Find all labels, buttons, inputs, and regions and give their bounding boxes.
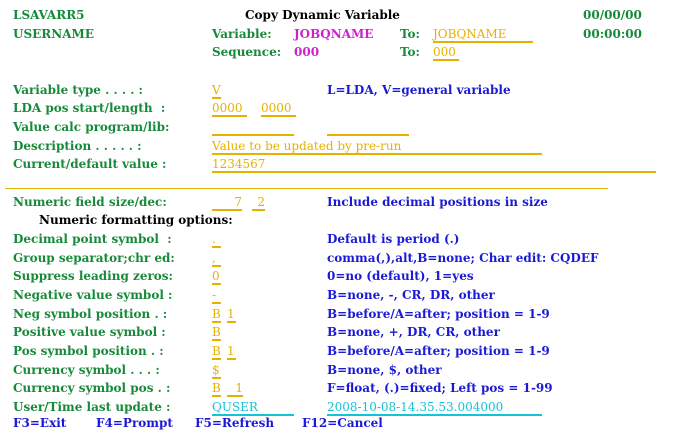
decimal-point-help: Default is period (.) (327, 232, 460, 246)
currency-pos-label: Currency symbol pos . : (13, 381, 171, 395)
negative-symbol-label: Negative value symbol : (13, 288, 173, 302)
value-calc-label: Value calc program/lib: (13, 120, 170, 134)
lda-length-field[interactable]: 0000 (261, 101, 296, 117)
value-calc-program-field[interactable] (212, 120, 294, 136)
header-date: 00/00/00 (583, 8, 642, 22)
description-label: Description . . . . . : (13, 139, 142, 153)
neg-position-help: B=before/A=after; position = 1-9 (327, 307, 550, 321)
to-label-1: To: (400, 27, 420, 41)
variable-value: JOBQNAME (294, 27, 374, 41)
neg-position-label: Neg symbol position . : (13, 307, 168, 321)
negative-symbol-help: B=none, -, CR, DR, other (327, 288, 495, 302)
pos-position-side-field[interactable]: B (212, 344, 221, 360)
last-update-time-field: 2008-10-08-14.35.53.004000 (327, 400, 542, 416)
numeric-size-label: Numeric field size/dec: (13, 195, 167, 209)
decimal-point-field[interactable]: . (212, 232, 221, 248)
currency-symbol-field[interactable]: $ (212, 363, 221, 379)
f5-refresh-key[interactable]: F5=Refresh (195, 416, 274, 430)
pos-position-label: Pos symbol position . : (13, 344, 164, 358)
description-field[interactable]: Value to be updated by pre-run (212, 139, 542, 155)
last-update-label: User/Time last update : (13, 400, 171, 414)
f4-prompt-key[interactable]: F4=Prompt (96, 416, 173, 430)
positive-symbol-field[interactable]: B (212, 325, 221, 341)
decimal-point-label: Decimal point symbol : (13, 232, 172, 246)
f3-exit-key[interactable]: F3=Exit (13, 416, 66, 430)
lda-start-field[interactable]: 0000 (212, 101, 247, 117)
numeric-size-help: Include decimal positions in size (327, 195, 548, 209)
value-calc-library-field[interactable] (327, 120, 409, 136)
current-value-field[interactable]: 1234567 (212, 157, 656, 173)
variable-type-label: Variable type . . . . : (13, 83, 143, 97)
last-update-user-field: QUSER (212, 400, 294, 416)
current-value-label: Current/default value : (13, 157, 167, 171)
variable-label: Variable: (212, 27, 272, 41)
suppress-zeros-label: Suppress leading zeros: (13, 269, 173, 283)
sequence-label: Sequence: (212, 45, 282, 59)
program-name: LSAVARR5 (13, 8, 85, 22)
currency-symbol-help: B=none, $, other (327, 363, 442, 377)
lda-pos-label: LDA pos start/length : (13, 101, 166, 115)
to-label-2: To: (400, 45, 420, 59)
formatting-options-heading: Numeric formatting options: (39, 213, 233, 227)
screen-title: Copy Dynamic Variable (245, 8, 400, 22)
to-variable-field[interactable]: JOBQNAME (433, 27, 533, 43)
currency-pos-number-field[interactable]: 1 (227, 381, 243, 397)
group-separator-label: Group separator;chr ed: (13, 251, 175, 265)
sequence-value: 000 (294, 45, 320, 59)
currency-pos-help: F=float, (.)=fixed; Left pos = 1-99 (327, 381, 553, 395)
suppress-zeros-field[interactable]: 0 (212, 269, 221, 285)
positive-symbol-help: B=none, +, DR, CR, other (327, 325, 500, 339)
numeric-size-field[interactable]: 7 (212, 195, 242, 211)
header-time: 00:00:00 (583, 27, 642, 41)
group-separator-help: comma(,),alt,B=none; Char edit: CQDEF (327, 251, 599, 265)
neg-position-side-field[interactable]: B (212, 307, 221, 323)
neg-position-number-field[interactable]: 1 (227, 307, 236, 323)
pos-position-help: B=before/A=after; position = 1-9 (327, 344, 550, 358)
terminal-screen: LSAVARR5 Copy Dynamic Variable 00/00/00 … (0, 0, 691, 438)
variable-type-field[interactable]: V (212, 83, 221, 99)
variable-type-help: L=LDA, V=general variable (327, 83, 511, 97)
pos-position-number-field[interactable]: 1 (227, 344, 236, 360)
numeric-decimals-field[interactable]: 2 (252, 195, 265, 211)
negative-symbol-field[interactable]: - (212, 288, 221, 304)
f12-cancel-key[interactable]: F12=Cancel (302, 416, 383, 430)
currency-symbol-label: Currency symbol . . . : (13, 363, 160, 377)
suppress-zeros-help: 0=no (default), 1=yes (327, 269, 474, 283)
currency-pos-side-field[interactable]: B (212, 381, 221, 397)
section-divider (5, 188, 608, 189)
group-separator-field[interactable]: , (212, 251, 221, 267)
user-name: USERNAME (13, 27, 94, 41)
to-sequence-field[interactable]: 000 (433, 45, 459, 61)
positive-symbol-label: Positive value symbol : (13, 325, 166, 339)
